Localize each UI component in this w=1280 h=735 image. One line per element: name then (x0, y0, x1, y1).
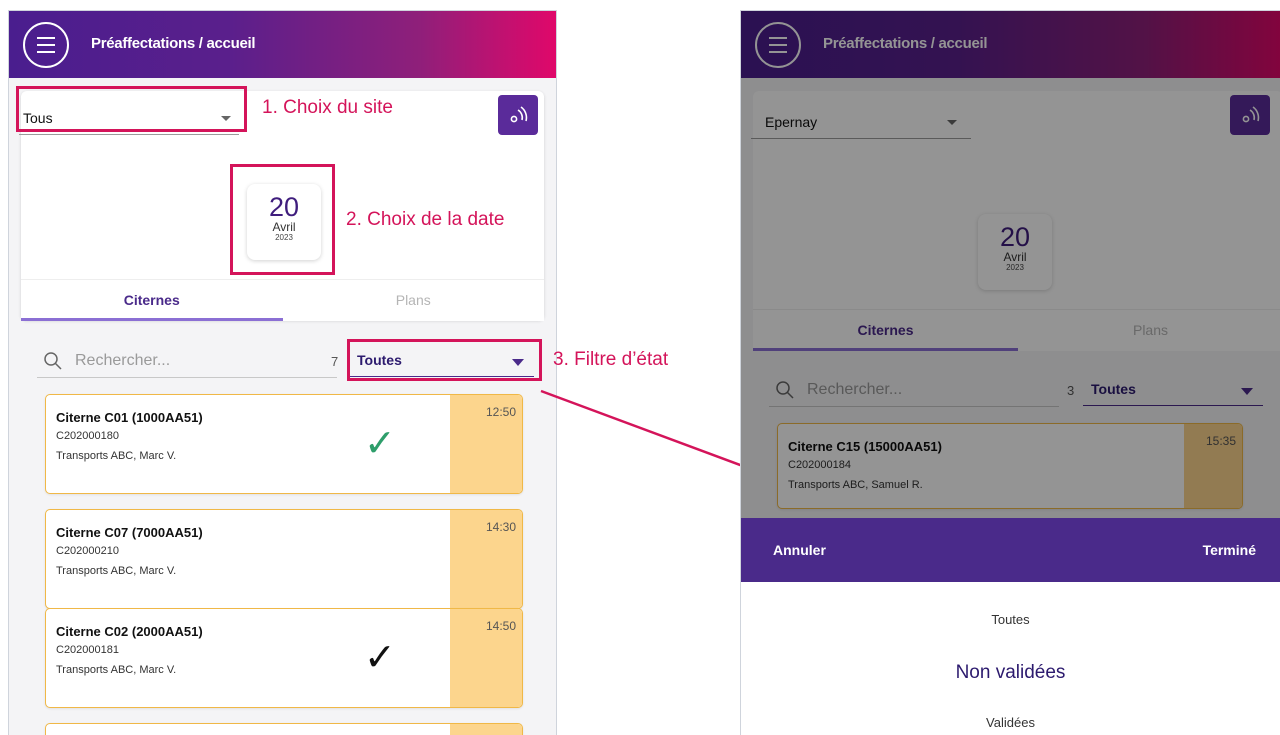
modal-overlay[interactable] (741, 11, 1280, 518)
rss-icon (510, 106, 528, 123)
tab-indicator (21, 318, 283, 321)
menu-icon[interactable] (23, 22, 69, 68)
result-count: 7 (331, 354, 339, 369)
list-item[interactable]: 14:30 Citerne C07 (7000AA51) C202000210 … (45, 509, 523, 609)
annotation-filter: 3. Filtre d’état (553, 349, 669, 370)
option-toutes[interactable]: Toutes (741, 612, 1280, 627)
item-time: 12:50 (485, 405, 516, 419)
list-item[interactable]: 12:50 Citerne C01 (1000AA51) C202000180 … (45, 394, 523, 494)
item-title: Citerne C02 (2000AA51) (56, 624, 203, 639)
tab-citernes[interactable]: Citernes (21, 280, 283, 322)
option-validees[interactable]: Validées (741, 715, 1280, 730)
search-placeholder: Rechercher... (75, 351, 171, 369)
item-subtitle: Transports ABC, Marc V. (56, 664, 177, 676)
annotation-site: 1. Choix du site (262, 97, 393, 118)
annotation-box-date (230, 164, 335, 275)
annotation-date: 2. Choix de la date (346, 209, 505, 230)
item-time: 14:50 (485, 619, 516, 633)
item-code: C202000210 (56, 545, 120, 557)
done-button[interactable]: Terminé (1203, 542, 1256, 558)
picker-toolbar: Annuler Terminé (741, 518, 1280, 582)
tab-bar: Citernes Plans (21, 279, 544, 321)
search-input[interactable]: Rechercher... (37, 344, 337, 378)
item-subtitle: Transports ABC, Marc V. (56, 565, 177, 577)
time-column (450, 724, 522, 735)
check-icon: ✓ (364, 637, 396, 679)
list-item[interactable]: 14:50 Citerne C02 (2000AA51) C202000181 … (45, 608, 523, 708)
app-header: Préaffectations / accueil (9, 11, 556, 78)
right-screen: Préaffectations / accueil Epernay 20 Avr… (740, 10, 1280, 735)
rss-button[interactable] (498, 95, 538, 135)
cancel-button[interactable]: Annuler (773, 542, 826, 558)
item-code: C202000180 (56, 430, 120, 442)
item-subtitle: Transports ABC, Marc V. (56, 450, 177, 462)
screenshot-canvas: Préaffectations / accueil Tous 20 Avril … (0, 0, 1280, 735)
annotation-box-site (16, 86, 247, 132)
check-icon: ✓ (364, 423, 396, 465)
item-title: Citerne C07 (7000AA51) (56, 525, 203, 540)
item-code: C202000181 (56, 644, 120, 656)
item-title: Citerne C01 (1000AA51) (56, 410, 203, 425)
option-non-validees[interactable]: Non validées (741, 662, 1280, 684)
list-item[interactable] (45, 723, 523, 735)
search-icon (44, 351, 62, 370)
picker-sheet: Toutes Non validées Validées (741, 582, 1280, 735)
item-time: 14:30 (485, 520, 516, 534)
annotation-box-filter (347, 339, 542, 381)
tab-plans[interactable]: Plans (283, 280, 545, 322)
page-title: Préaffectations / accueil (91, 35, 256, 52)
